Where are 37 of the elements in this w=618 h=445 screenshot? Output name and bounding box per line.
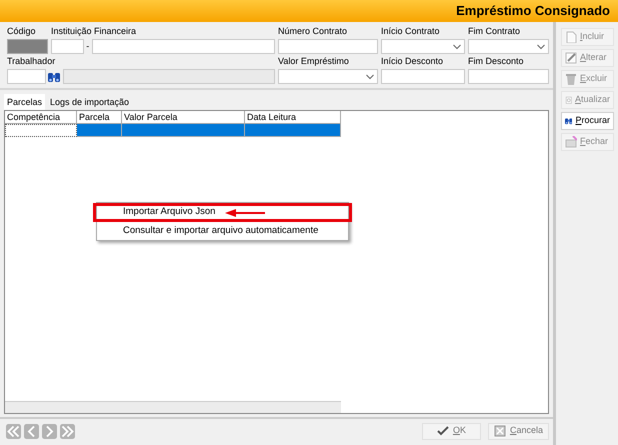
field-label: Valor Empréstimo: [278, 56, 350, 67]
field-label: Número Contrato: [278, 26, 348, 37]
input-field[interactable]: [7, 39, 48, 54]
dropdown-field[interactable]: [278, 69, 378, 84]
tab[interactable]: Parcelas: [4, 94, 46, 110]
field-label: Início Contrato: [381, 26, 441, 37]
toolbar-button[interactable]: Procurar: [561, 112, 614, 130]
field-label: Instituição Financeira: [51, 26, 138, 37]
field-label: Código: [7, 26, 37, 37]
document-icon: [565, 94, 572, 106]
field-label: Fim Desconto: [468, 56, 525, 67]
check-icon: [436, 425, 449, 437]
cancel-icon: [494, 425, 506, 437]
dropdown-field[interactable]: [468, 39, 549, 54]
chevron-down-icon: [537, 44, 545, 50]
field-label: Trabalhador: [7, 56, 56, 67]
input-field[interactable]: [51, 39, 84, 54]
input-field[interactable]: [7, 69, 46, 84]
menu-item[interactable]: Consultar e importar arquivo automaticamente: [123, 224, 318, 239]
field-label: Fim Contrato: [468, 26, 522, 37]
page-icon: [565, 31, 577, 43]
input-field[interactable]: [468, 69, 549, 84]
menu-item[interactable]: Importar Arquivo Json: [123, 205, 216, 220]
chevron-down-icon: [366, 74, 374, 80]
folder-icon: [565, 136, 577, 148]
dropdown-field[interactable]: [381, 39, 465, 54]
pencil-icon: [565, 52, 577, 64]
input-field[interactable]: [92, 39, 275, 54]
separator-text: -: [86, 40, 90, 53]
window-title: Empréstimo Consignado: [456, 2, 610, 20]
trash-icon: [565, 73, 577, 85]
binoculars-icon: [48, 70, 60, 82]
input-field[interactable]: [381, 69, 465, 84]
arrow-icon: [225, 208, 266, 216]
field-label: Início Desconto: [381, 56, 444, 67]
chevron-down-icon: [453, 44, 461, 50]
input-field[interactable]: [278, 39, 378, 54]
